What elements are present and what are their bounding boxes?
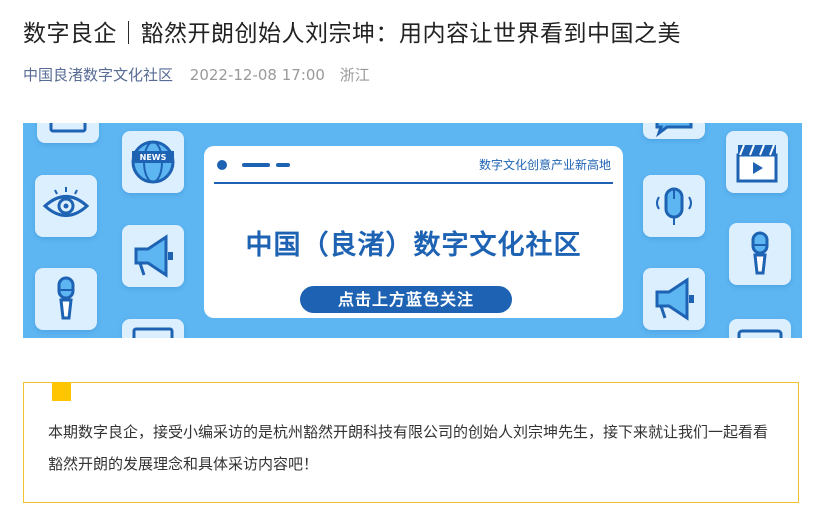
- keyboard-icon: [729, 319, 791, 338]
- intro-box: 本期数字良企，接受小编采访的是杭州豁然开朗科技有限公司的创始人刘宗坤先生，接下来…: [23, 382, 799, 503]
- banner-card: 数字文化创意产业新高地 中国（良渚）数字文化社区 点击上方蓝色关注: [204, 146, 623, 318]
- microphone-icon: [35, 268, 97, 330]
- mouse-icon: [643, 175, 705, 237]
- monitor-icon: [37, 123, 99, 143]
- card-divider: [214, 182, 613, 184]
- publish-location: 浙江: [339, 66, 370, 84]
- window-dash-short-icon: [276, 163, 290, 167]
- follow-button[interactable]: 点击上方蓝色关注: [300, 286, 512, 313]
- document-icon: [122, 319, 184, 338]
- banner-image[interactable]: NEWS 数字文化创意产业新高地 中国（良渚）数字文化社区 点击上方蓝色关注: [23, 123, 802, 338]
- microphone-icon-right: [729, 223, 791, 285]
- megaphone-icon-right: [643, 268, 705, 330]
- intro-text: 本期数字良企，接受小编采访的是杭州豁然开朗科技有限公司的创始人刘宗坤先生，接下来…: [48, 423, 769, 473]
- clapperboard-icon: [726, 131, 788, 193]
- chat-bubble-icon: [643, 123, 705, 139]
- window-dash-icon: [242, 163, 270, 167]
- author-link[interactable]: 中国良渚数字文化社区: [23, 66, 173, 84]
- intro-marker: [52, 382, 71, 401]
- news-badge: NEWS: [140, 153, 167, 162]
- banner-headline: 中国（良渚）数字文化社区: [245, 230, 582, 261]
- publish-date: 2022-12-08 17:00: [189, 66, 325, 84]
- window-dot-icon: [217, 160, 227, 170]
- globe-news-icon: NEWS: [122, 131, 184, 193]
- article-title: 数字良企｜豁然开朗创始人刘宗坤：用内容让世界看到中国之美: [23, 21, 681, 47]
- megaphone-icon: [122, 225, 184, 287]
- banner-slogan: 数字文化创意产业新高地: [478, 158, 611, 172]
- article-meta: 中国良渚数字文化社区 2022-12-08 17:00 浙江: [23, 64, 370, 85]
- eye-icon: [35, 175, 97, 237]
